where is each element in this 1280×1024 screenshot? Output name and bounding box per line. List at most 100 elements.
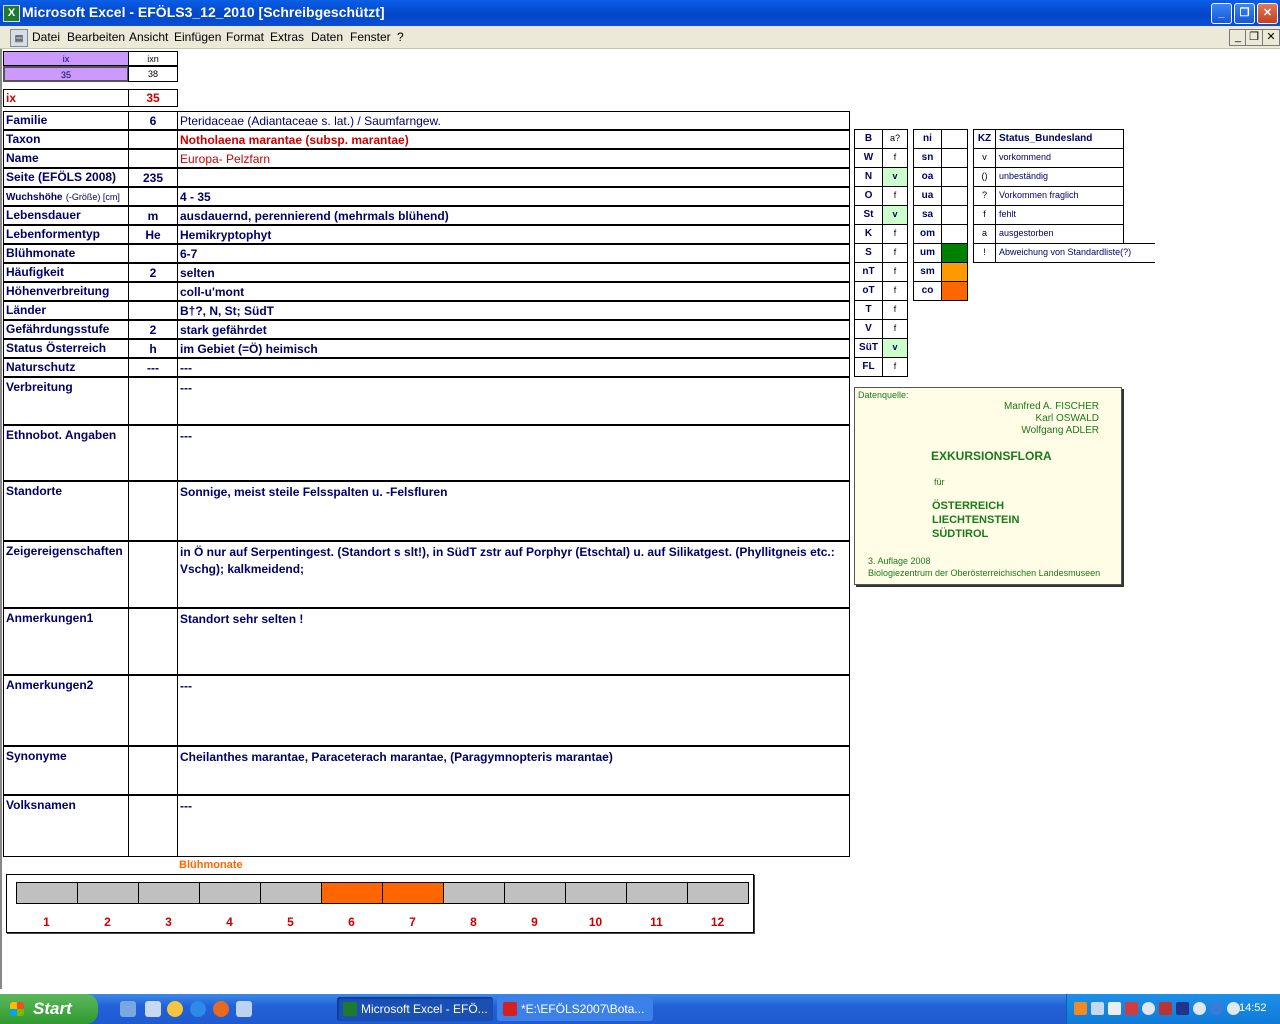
state-value[interactable]: f: [882, 243, 908, 263]
row-value-cell[interactable]: [177, 168, 850, 187]
big-row-code-cell[interactable]: [128, 795, 178, 857]
bloom-month-bar[interactable]: [687, 882, 749, 904]
bloom-month-bar[interactable]: [138, 882, 200, 904]
altitude-swatch[interactable]: [941, 148, 968, 168]
speaker-icon[interactable]: [1193, 1002, 1206, 1015]
big-row-code-cell[interactable]: [128, 481, 178, 541]
wireless-icon[interactable]: [1108, 1002, 1121, 1015]
altitude-swatch[interactable]: [941, 205, 968, 225]
tray-icon[interactable]: [1074, 1002, 1087, 1015]
menu-help[interactable]: ?: [397, 30, 404, 44]
quicklaunch-ie-icon[interactable]: [190, 1001, 206, 1017]
menu-datei[interactable]: Datei: [32, 30, 60, 44]
quicklaunch-explorer-icon[interactable]: [145, 1001, 161, 1017]
row-code-cell[interactable]: 2: [128, 263, 178, 282]
big-row-value-cell[interactable]: ---: [177, 795, 850, 857]
big-row-code-cell[interactable]: [128, 377, 178, 425]
row-code-cell[interactable]: ---: [128, 358, 178, 377]
altitude-swatch[interactable]: [941, 262, 968, 282]
menu-ansicht[interactable]: Ansicht: [129, 30, 168, 44]
excel-icon[interactable]: X: [3, 5, 20, 22]
row-value-cell[interactable]: coll-u'mont: [177, 282, 850, 301]
row-code-cell[interactable]: [128, 282, 178, 301]
network-icon[interactable]: [1091, 1002, 1104, 1015]
shield-icon[interactable]: [1176, 1002, 1189, 1015]
altitude-swatch[interactable]: [941, 281, 968, 301]
altitude-swatch[interactable]: [941, 186, 968, 206]
row-code-cell[interactable]: m: [128, 206, 178, 225]
quicklaunch-desktop-icon[interactable]: [120, 1001, 136, 1017]
state-value[interactable]: f: [882, 148, 908, 168]
state-value[interactable]: v: [882, 167, 908, 187]
row-value-cell[interactable]: ausdauernd, perennierend (mehrmals blühe…: [177, 206, 850, 225]
restore-button[interactable]: ❐: [1234, 3, 1255, 24]
bloom-month-bar[interactable]: [382, 882, 444, 904]
row-value-cell[interactable]: 6-7: [177, 244, 850, 263]
altitude-swatch[interactable]: [941, 243, 968, 263]
taskbar-app-excel[interactable]: Microsoft Excel - EFÖ...: [337, 997, 493, 1021]
bloom-month-bar[interactable]: [565, 882, 627, 904]
big-row-code-cell[interactable]: [128, 608, 178, 675]
big-row-code-cell[interactable]: [128, 541, 178, 608]
bloom-chart[interactable]: 1 2 3 4 5 6 7 8 9 10 11 12: [6, 874, 754, 933]
row-value-cell[interactable]: ---: [177, 358, 850, 377]
row-code-cell[interactable]: [128, 130, 178, 149]
state-value[interactable]: f: [882, 262, 908, 282]
big-row-value-cell[interactable]: in Ö nur auf Serpentingest. (Standort s …: [177, 541, 850, 608]
state-value[interactable]: f: [882, 319, 908, 339]
row-code-cell[interactable]: [128, 244, 178, 263]
row-value-cell[interactable]: Europa- Pelzfarn: [177, 149, 850, 168]
menu-fenster[interactable]: Fenster: [350, 30, 391, 44]
state-value[interactable]: f: [882, 186, 908, 206]
ix-cell[interactable]: 35: [3, 66, 129, 82]
big-row-value-cell[interactable]: Sonnige, meist steile Felsspalten u. -Fe…: [177, 481, 850, 541]
taskbar-app-other[interactable]: *E:\EFÖLS2007\Bota...: [497, 997, 653, 1021]
ix-value[interactable]: 35: [128, 89, 178, 107]
row-value-cell[interactable]: 4 - 35: [177, 187, 850, 206]
state-value[interactable]: f: [882, 300, 908, 320]
menu-daten[interactable]: Daten: [311, 30, 343, 44]
close-button[interactable]: ✕: [1257, 3, 1278, 24]
bloom-month-bar[interactable]: [16, 882, 78, 904]
row-value-cell[interactable]: Pteridaceae (Adiantaceae s. lat.) / Saum…: [177, 111, 850, 130]
row-code-cell[interactable]: h: [128, 339, 178, 358]
start-button[interactable]: Start: [0, 994, 98, 1024]
ixn-cell[interactable]: 38: [128, 66, 178, 82]
alert-icon[interactable]: [1125, 1002, 1138, 1015]
altitude-swatch[interactable]: [941, 224, 968, 244]
state-value[interactable]: v: [882, 205, 908, 225]
menu-format[interactable]: Format: [226, 30, 264, 44]
big-row-value-cell[interactable]: ---: [177, 377, 850, 425]
bloom-month-bar[interactable]: [77, 882, 139, 904]
workbook-close-button[interactable]: ✕: [1262, 29, 1280, 46]
worksheet[interactable]: ix ixn 35 38 ix 35 Familie 6 Pteridaceae (…: [0, 49, 1280, 989]
altitude-swatch[interactable]: [941, 129, 968, 149]
bloom-month-bar[interactable]: [443, 882, 505, 904]
menu-extras[interactable]: Extras: [270, 30, 304, 44]
row-value-cell[interactable]: Hemikryptophyt: [177, 225, 850, 244]
row-value-cell[interactable]: im Gebiet (=Ö) heimisch: [177, 339, 850, 358]
big-row-code-cell[interactable]: [128, 675, 178, 746]
row-code-cell[interactable]: [128, 301, 178, 320]
search-icon[interactable]: [1142, 1002, 1155, 1015]
big-row-value-cell[interactable]: ---: [177, 425, 850, 481]
row-value-cell[interactable]: selten: [177, 263, 850, 282]
bloom-month-bar[interactable]: [321, 882, 383, 904]
bloom-month-bar[interactable]: [504, 882, 566, 904]
menu-einfuegen[interactable]: Einfügen: [174, 30, 221, 44]
workbook-restore-button[interactable]: ❐: [1245, 29, 1263, 46]
big-row-value-cell[interactable]: ---: [177, 675, 850, 746]
state-value[interactable]: a?: [882, 129, 908, 149]
menu-bearbeiten[interactable]: Bearbeiten: [67, 30, 125, 44]
big-row-code-cell[interactable]: [128, 425, 178, 481]
quicklaunch-app-icon[interactable]: [236, 1001, 252, 1017]
state-value[interactable]: f: [882, 281, 908, 301]
big-row-value-cell[interactable]: Standort sehr selten !: [177, 608, 850, 675]
row-code-cell[interactable]: 2: [128, 320, 178, 339]
big-row-code-cell[interactable]: [128, 746, 178, 795]
workbook-icon[interactable]: ▤: [10, 29, 28, 47]
row-value-cell[interactable]: stark gefährdet: [177, 320, 850, 339]
bloom-month-bar[interactable]: [199, 882, 261, 904]
quicklaunch-media-icon[interactable]: [167, 1001, 183, 1017]
altitude-swatch[interactable]: [941, 167, 968, 187]
